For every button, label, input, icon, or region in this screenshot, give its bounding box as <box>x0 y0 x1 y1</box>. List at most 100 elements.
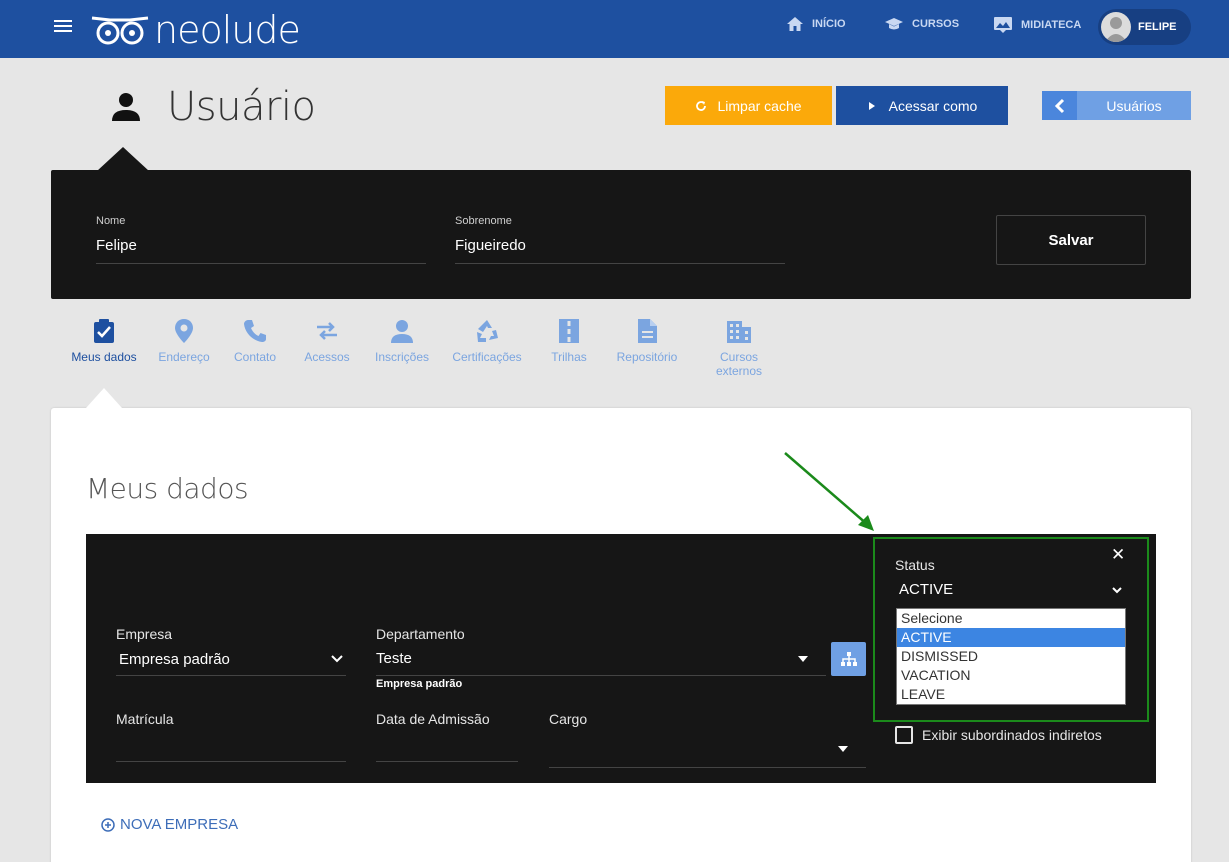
clear-cache-label: Limpar cache <box>717 97 802 114</box>
tab-inscricoes[interactable]: Inscrições <box>372 318 432 364</box>
matricula-label: Matrícula <box>116 711 174 727</box>
person-icon <box>391 320 413 343</box>
chevron-down-icon[interactable] <box>331 655 343 663</box>
graduation-cap-icon <box>885 18 903 30</box>
section-title: Meus dados <box>86 472 249 505</box>
departamento-underline <box>376 675 826 676</box>
status-option[interactable]: Selecione <box>897 609 1125 628</box>
nav-midiateca-label: MIDIATECA <box>1021 19 1082 31</box>
status-option-selected[interactable]: ACTIVE <box>897 628 1125 647</box>
status-select[interactable]: ACTIVE <box>899 581 953 598</box>
media-library-icon <box>994 17 1012 33</box>
tab-contato-label: Contato <box>233 350 277 364</box>
tab-repositorio-label: Repositório <box>616 350 678 364</box>
nav-inicio[interactable]: INÍCIO <box>786 16 846 32</box>
annotation-arrow-icon <box>784 452 874 531</box>
add-circle-icon <box>101 817 115 832</box>
nav-cursos[interactable]: CURSOS <box>884 16 959 32</box>
building-icon <box>727 321 751 343</box>
nome-label: Nome <box>96 215 126 227</box>
refresh-icon <box>696 100 707 111</box>
status-label: Status <box>895 557 935 573</box>
tab-trilhas-label: Trilhas <box>551 350 587 364</box>
nav-inicio-label: INÍCIO <box>812 18 846 30</box>
users-back-label: Usuários <box>1106 97 1162 114</box>
tab-cursos-externos-label: Cursos externos <box>715 350 763 378</box>
indirect-subordinates-checkbox[interactable] <box>895 726 913 744</box>
document-icon <box>638 319 657 343</box>
recycle-icon <box>477 320 498 342</box>
play-icon <box>868 101 875 110</box>
cargo-underline <box>549 767 866 768</box>
new-company-label: NOVA EMPRESA <box>120 816 239 833</box>
page-title: Usuário <box>167 84 316 130</box>
empresa-select[interactable]: Empresa padrão <box>119 651 230 668</box>
nome-input[interactable]: Felipe <box>96 237 137 254</box>
tab-certificacoes-label: Certificações <box>452 350 522 364</box>
save-button[interactable]: Salvar <box>996 215 1146 265</box>
departamento-label: Departamento <box>376 626 465 642</box>
org-tree-button[interactable] <box>831 642 866 676</box>
tab-contato[interactable]: Contato <box>230 318 280 364</box>
user-avatar-icon <box>1105 17 1127 42</box>
user-icon <box>112 93 140 121</box>
tab-meus-dados[interactable]: Meus dados <box>70 318 138 364</box>
access-as-label: Acessar como <box>888 97 978 114</box>
admissao-underline <box>376 761 518 762</box>
matricula-underline <box>116 761 346 762</box>
tab-endereco[interactable]: Endereço <box>155 318 213 364</box>
status-dropdown[interactable]: Selecione ACTIVE DISMISSED VACATION LEAV… <box>896 608 1126 705</box>
tab-trilhas[interactable]: Trilhas <box>546 318 592 364</box>
sobrenome-input[interactable]: Figueiredo <box>455 237 526 254</box>
sitemap-icon <box>840 652 857 666</box>
menu-icon[interactable] <box>54 20 72 34</box>
empresa-label: Empresa <box>116 626 173 642</box>
users-back-button[interactable]: Usuários <box>1042 91 1191 120</box>
card-pointer <box>86 388 122 408</box>
close-icon[interactable]: ✕ <box>1111 546 1125 563</box>
logo-text: neolude <box>154 8 301 52</box>
tab-meus-dados-label: Meus dados <box>71 350 137 364</box>
new-company-button[interactable]: NOVA EMPRESA <box>101 816 238 833</box>
home-icon <box>787 17 803 31</box>
swap-arrows-icon <box>317 322 337 340</box>
tab-repositorio[interactable]: Repositório <box>614 318 680 364</box>
caret-down-icon[interactable] <box>798 656 808 662</box>
tab-cursos-externos[interactable]: Cursos externos <box>710 318 768 378</box>
tab-acessos-label: Acessos <box>304 350 350 364</box>
access-as-button[interactable]: Acessar como <box>836 86 1008 125</box>
status-option[interactable]: VACATION <box>897 666 1125 685</box>
top-bar: neolude INÍCIO CURSOS MIDIATECA FELIPE <box>0 0 1229 58</box>
panel-pointer <box>97 147 149 171</box>
nome-underline <box>96 263 426 264</box>
owl-logo-icon <box>91 16 149 45</box>
status-chevron-down-icon[interactable] <box>1112 587 1122 594</box>
road-icon <box>559 319 579 343</box>
tab-endereco-label: Endereço <box>158 350 210 364</box>
nav-midiateca[interactable]: MIDIATECA <box>993 16 1081 34</box>
clear-cache-button[interactable]: Limpar cache <box>665 86 832 125</box>
status-option[interactable]: DISMISSED <box>897 647 1125 666</box>
tab-acessos[interactable]: Acessos <box>302 318 352 364</box>
sobrenome-label: Sobrenome <box>455 215 512 227</box>
status-option[interactable]: LEAVE <box>897 685 1125 704</box>
departamento-select[interactable]: Teste <box>376 650 412 667</box>
empresa-underline <box>116 675 346 676</box>
user-name: FELIPE <box>1138 21 1177 33</box>
nav-cursos-label: CURSOS <box>912 18 960 30</box>
logo[interactable]: neolude <box>90 8 301 52</box>
departamento-note: Empresa padrão <box>376 678 463 690</box>
chevron-left-icon <box>1054 98 1064 113</box>
name-panel: Nome Felipe Sobrenome Figueiredo Salvar <box>51 170 1191 299</box>
phone-icon <box>244 320 266 342</box>
user-menu[interactable]: FELIPE <box>1098 9 1191 45</box>
sobrenome-underline <box>455 263 785 264</box>
tab-certificacoes[interactable]: Certificações <box>450 318 524 364</box>
avatar <box>1101 12 1131 42</box>
indirect-subordinates-label: Exibir subordinados indiretos <box>922 727 1102 743</box>
location-pin-icon <box>175 319 193 343</box>
admissao-label: Data de Admissão <box>376 711 490 727</box>
back-chevron <box>1042 91 1077 120</box>
cargo-caret-down-icon[interactable] <box>838 746 848 752</box>
tab-inscricoes-label: Inscrições <box>374 350 430 364</box>
